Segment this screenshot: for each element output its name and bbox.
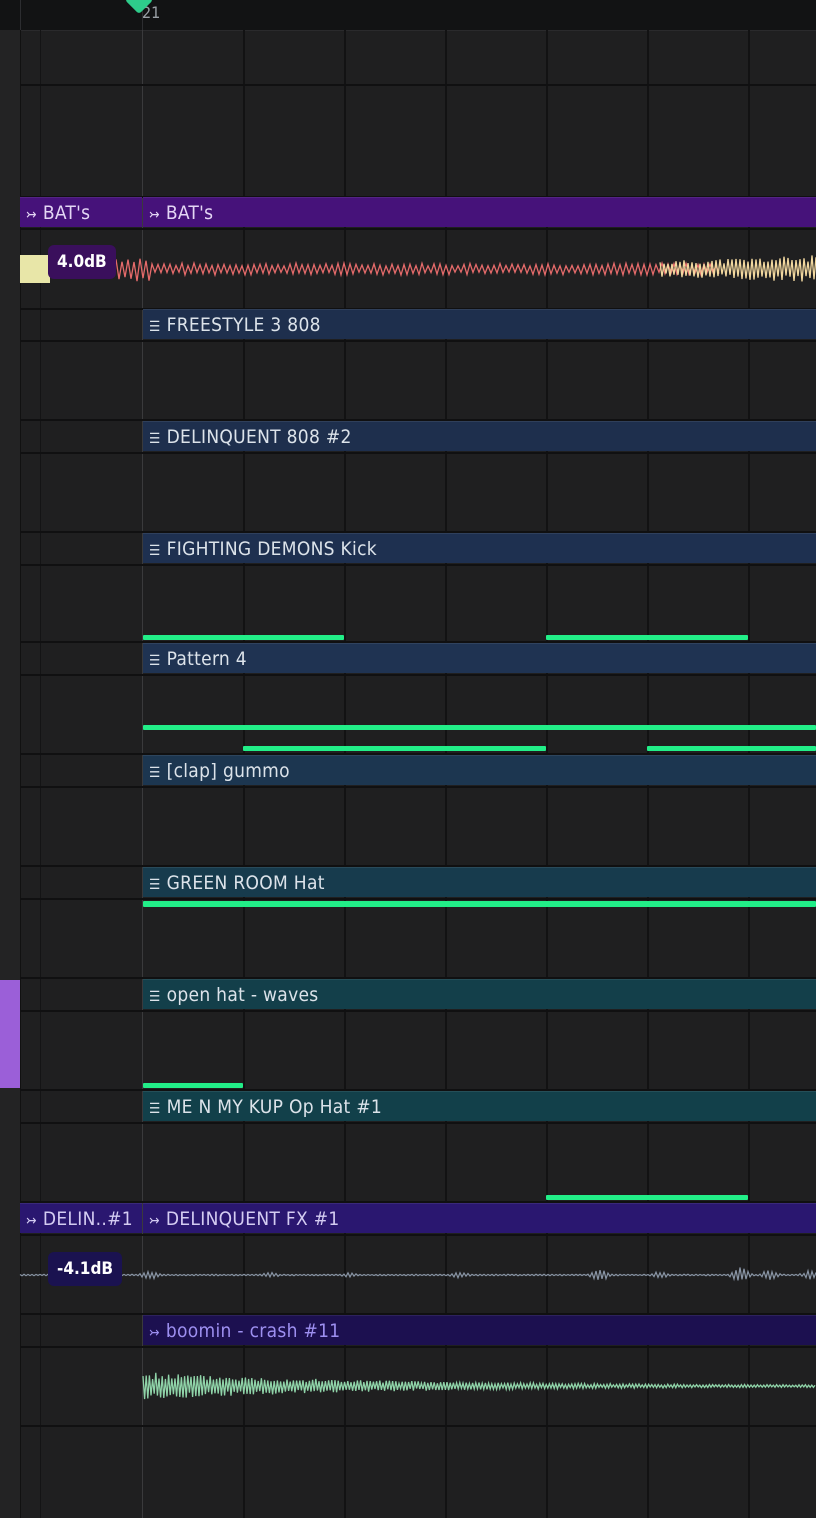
audio-waveform-delinquent-fx <box>19 1267 816 1282</box>
playlist-arrangement[interactable]: ↣ BAT's ↣ BAT's 4.0dB ☰ FREESTYLE 3 808 ☰ DE… <box>19 30 816 1518</box>
track-separator <box>20 1122 816 1124</box>
clip-label: DELINQUENT 808 #2 <box>166 426 352 448</box>
track-header-strip[interactable] <box>0 30 21 1518</box>
pattern-note <box>546 635 748 640</box>
audio-clip-icon: ↣ <box>149 207 160 223</box>
audio-clip-bats[interactable]: ↣ BAT's <box>143 197 816 227</box>
audio-clip-icon: ↣ <box>149 1325 160 1341</box>
pattern-note <box>546 1195 748 1200</box>
clip-label: boomin - crash #11 <box>165 1320 341 1342</box>
track-separator <box>20 1425 816 1427</box>
audio-waveform-boomin-crash <box>142 1372 816 1400</box>
pattern-clip-icon: ☰ <box>149 877 161 893</box>
track-separator <box>20 452 816 454</box>
clip-label: Pattern 4 <box>166 648 247 670</box>
pattern-clip-icon: ☰ <box>149 1101 161 1117</box>
audio-clip-icon: ↣ <box>26 1213 37 1229</box>
pattern-note <box>143 1083 243 1088</box>
pattern-clip-icon: ☰ <box>149 653 161 669</box>
track-separator <box>20 786 816 788</box>
audio-clip-icon: ↣ <box>149 1213 160 1229</box>
volume-badge[interactable]: -4.1dB <box>48 1252 123 1286</box>
track-separator <box>20 898 816 900</box>
track-separator <box>20 1010 816 1012</box>
pattern-clip-clap-gummo[interactable]: ☰ [clap] gummo <box>143 755 816 785</box>
selected-track-indicator[interactable] <box>0 980 20 1088</box>
clip-label: FIGHTING DEMONS Kick <box>166 538 377 560</box>
audio-clip-icon: ↣ <box>26 207 37 223</box>
track-separator <box>20 84 816 86</box>
audio-clip-delinquent-fx[interactable]: ↣ DELINQUENT FX #1 <box>143 1203 816 1233</box>
clip-label: BAT's <box>165 202 214 224</box>
pattern-clip-icon: ☰ <box>149 765 161 781</box>
pattern-clip-icon: ☰ <box>149 543 161 559</box>
audio-clip-boomin-crash[interactable]: ↣ boomin - crash #11 <box>143 1315 816 1345</box>
pattern-note <box>143 901 816 907</box>
pattern-clip-icon: ☰ <box>149 989 161 1005</box>
audio-clip-bats-left[interactable]: ↣ BAT's <box>20 197 142 227</box>
pattern-note <box>143 725 816 730</box>
clip-label: open hat - waves <box>166 984 319 1006</box>
clip-label: ME N MY KUP Op Hat #1 <box>166 1096 383 1118</box>
pattern-clip-icon: ☰ <box>149 431 161 447</box>
volume-badge[interactable]: 4.0dB <box>48 245 116 279</box>
audio-waveform-bats <box>20 255 816 283</box>
pattern-clip-pattern-4[interactable]: ☰ Pattern 4 <box>143 643 816 673</box>
pattern-note <box>647 746 816 751</box>
clip-label: DELIN..#1 <box>42 1208 133 1230</box>
clip-label: BAT's <box>42 202 91 224</box>
pattern-note <box>143 635 344 640</box>
clip-label: DELINQUENT FX #1 <box>165 1208 340 1230</box>
track-separator <box>20 1234 816 1236</box>
pattern-note <box>243 746 546 751</box>
pattern-clip-me-n-my-kup[interactable]: ☰ ME N MY KUP Op Hat #1 <box>143 1091 816 1121</box>
ruler-tick <box>20 0 21 30</box>
pattern-clip-icon: ☰ <box>149 319 161 335</box>
pattern-clip-fighting-demons-kick[interactable]: ☰ FIGHTING DEMONS Kick <box>143 533 816 563</box>
track-separator <box>20 340 816 342</box>
pattern-clip-green-room-hat[interactable]: ☰ GREEN ROOM Hat <box>143 867 816 897</box>
track-separator <box>20 674 816 676</box>
track-separator <box>20 1346 816 1348</box>
pattern-clip-freestyle[interactable]: ☰ FREESTYLE 3 808 <box>143 309 816 339</box>
clip-label: GREEN ROOM Hat <box>166 872 325 894</box>
track-separator <box>20 228 816 230</box>
pattern-clip-delinquent-808[interactable]: ☰ DELINQUENT 808 #2 <box>143 421 816 451</box>
clip-label: [clap] gummo <box>166 760 290 782</box>
pattern-clip-open-hat-waves[interactable]: ☰ open hat - waves <box>143 979 816 1009</box>
timeline-ruler[interactable]: 21 <box>0 0 816 31</box>
clip-label: FREESTYLE 3 808 <box>166 314 321 336</box>
audio-clip-delin-left[interactable]: ↣ DELIN..#1 <box>20 1203 142 1233</box>
track-separator <box>20 564 816 566</box>
